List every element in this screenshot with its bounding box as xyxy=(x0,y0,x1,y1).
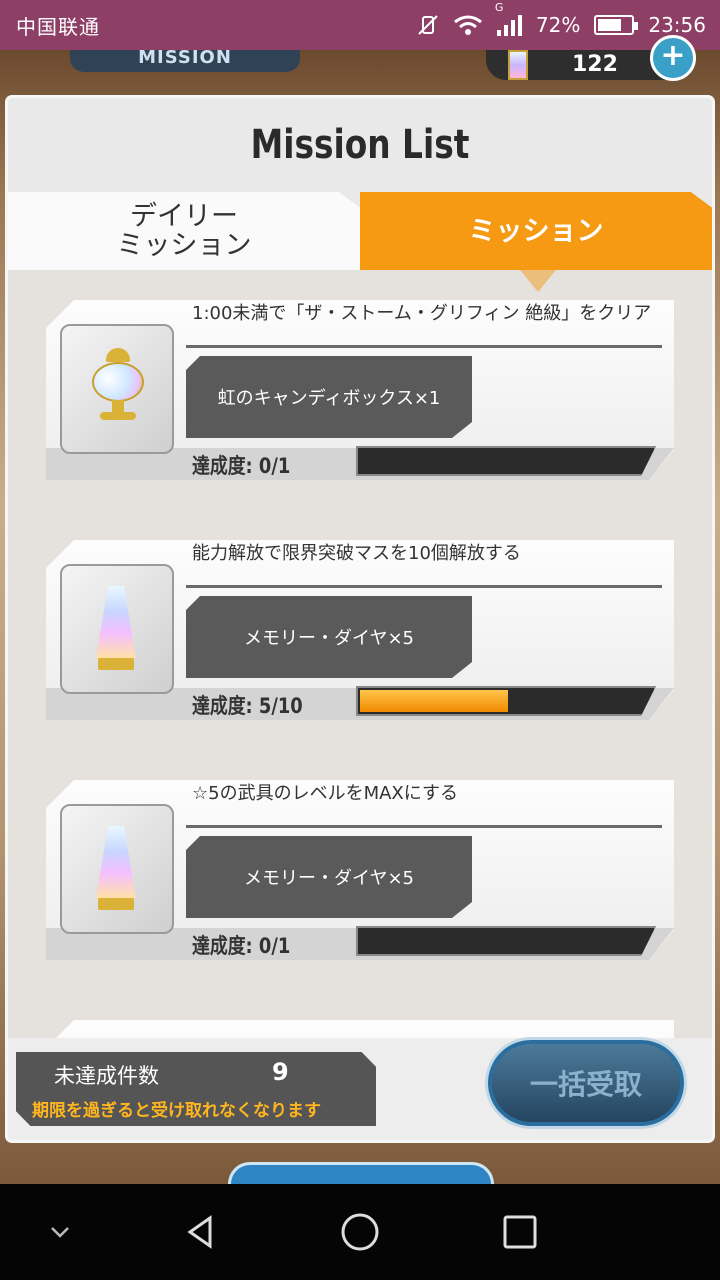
currency-display: 122 xyxy=(486,50,670,80)
tab-mission[interactable]: ミッション xyxy=(360,192,712,270)
section-header: MISSION xyxy=(70,47,300,72)
network-type-label: G xyxy=(494,0,504,14)
status-icons: G 72% 23:56 xyxy=(417,1,706,37)
mission-title: 能力解放で限界突破マスを10個解放する xyxy=(192,543,521,564)
currency-count: 122 xyxy=(572,52,618,77)
panel-title: Mission List xyxy=(250,122,470,168)
memory-diamond-icon xyxy=(508,50,528,80)
uncompleted-label: 未達成件数 xyxy=(54,1064,159,1088)
mission-panel: Mission List デイリー ミッション ミッション 1:00未満で「ザ・… xyxy=(8,98,712,1140)
progress-label: 達成度: 0/1 xyxy=(192,934,291,958)
divider xyxy=(186,585,662,588)
nav-back-button[interactable] xyxy=(140,1184,260,1280)
mission-title: ☆5の武具のレベルをMAXにする xyxy=(192,783,458,804)
tab-mission-label: ミッション xyxy=(468,215,604,247)
battery-percent: 72% xyxy=(535,13,581,37)
back-triangle-icon xyxy=(187,1215,212,1249)
footer-bar: 未達成件数 9 期限を過ぎると受け取れなくなります 一括受取 xyxy=(8,1038,712,1140)
bottom-menu-tab[interactable] xyxy=(228,1162,494,1184)
recents-square-icon xyxy=(503,1215,537,1249)
carrier-label: 中国联通 xyxy=(16,14,100,39)
reward-label: 虹のキャンディボックス×1 xyxy=(186,356,472,438)
mission-list[interactable]: 1:00未満で「ザ・ストーム・グリフィン 絶級」をクリア 虹のキャンディボックス… xyxy=(8,270,712,1060)
memory-diamond-icon xyxy=(96,586,136,674)
mission-card[interactable]: ☆5の武具のレベルをMAXにする メモリー・ダイヤ×5 達成度: 0/1 xyxy=(46,780,674,960)
chevron-down-icon xyxy=(51,1227,69,1238)
progress-bar xyxy=(356,926,656,956)
nav-hide-button[interactable] xyxy=(0,1184,120,1280)
expiry-note: 期限を過ぎると受け取れなくなります xyxy=(32,1101,321,1121)
reward-icon-frame xyxy=(60,564,174,694)
candy-box-icon xyxy=(92,348,144,428)
progress-bar xyxy=(356,686,656,716)
nav-home-button[interactable] xyxy=(300,1184,420,1280)
progress-label: 達成度: 0/1 xyxy=(192,454,291,478)
mission-card[interactable]: 1:00未満で「ザ・ストーム・グリフィン 絶級」をクリア 虹のキャンディボックス… xyxy=(46,300,674,480)
android-nav-bar xyxy=(0,1184,720,1280)
divider xyxy=(186,825,662,828)
mission-title: 1:00未満で「ザ・ストーム・グリフィン 絶級」をクリア xyxy=(192,303,652,324)
add-currency-button[interactable]: + xyxy=(650,35,696,81)
memory-diamond-icon xyxy=(96,826,136,914)
reward-label: メモリー・ダイヤ×5 xyxy=(186,596,472,678)
progress-fill xyxy=(360,690,508,712)
tab-daily-mission[interactable]: デイリー ミッション xyxy=(8,192,360,270)
nav-recents-button[interactable] xyxy=(460,1184,580,1280)
section-label: MISSION xyxy=(138,47,232,68)
reward-icon-frame xyxy=(60,804,174,934)
status-bar: 中国联通 G 72% 23:56 xyxy=(0,0,720,50)
uncompleted-counter: 未達成件数 9 期限を過ぎると受け取れなくなります xyxy=(16,1052,376,1126)
wifi-icon xyxy=(453,15,482,35)
progress-label: 達成度: 5/10 xyxy=(192,694,303,718)
reward-label: メモリー・ダイヤ×5 xyxy=(186,836,472,918)
divider xyxy=(186,345,662,348)
battery-icon xyxy=(594,15,639,35)
plus-icon: + xyxy=(660,38,686,73)
vibrate-icon xyxy=(418,15,438,35)
tab-daily-label: デイリー ミッション xyxy=(116,201,252,261)
clock: 23:56 xyxy=(648,13,706,37)
uncompleted-count: 9 xyxy=(272,1058,289,1086)
claim-all-button[interactable]: 一括受取 xyxy=(488,1040,684,1126)
reward-icon-frame xyxy=(60,324,174,454)
home-circle-icon xyxy=(341,1213,379,1251)
mission-card[interactable]: 能力解放で限界突破マスを10個解放する メモリー・ダイヤ×5 達成度: 5/10 xyxy=(46,540,674,720)
progress-bar xyxy=(356,446,656,476)
signal-icon: G xyxy=(495,1,522,36)
